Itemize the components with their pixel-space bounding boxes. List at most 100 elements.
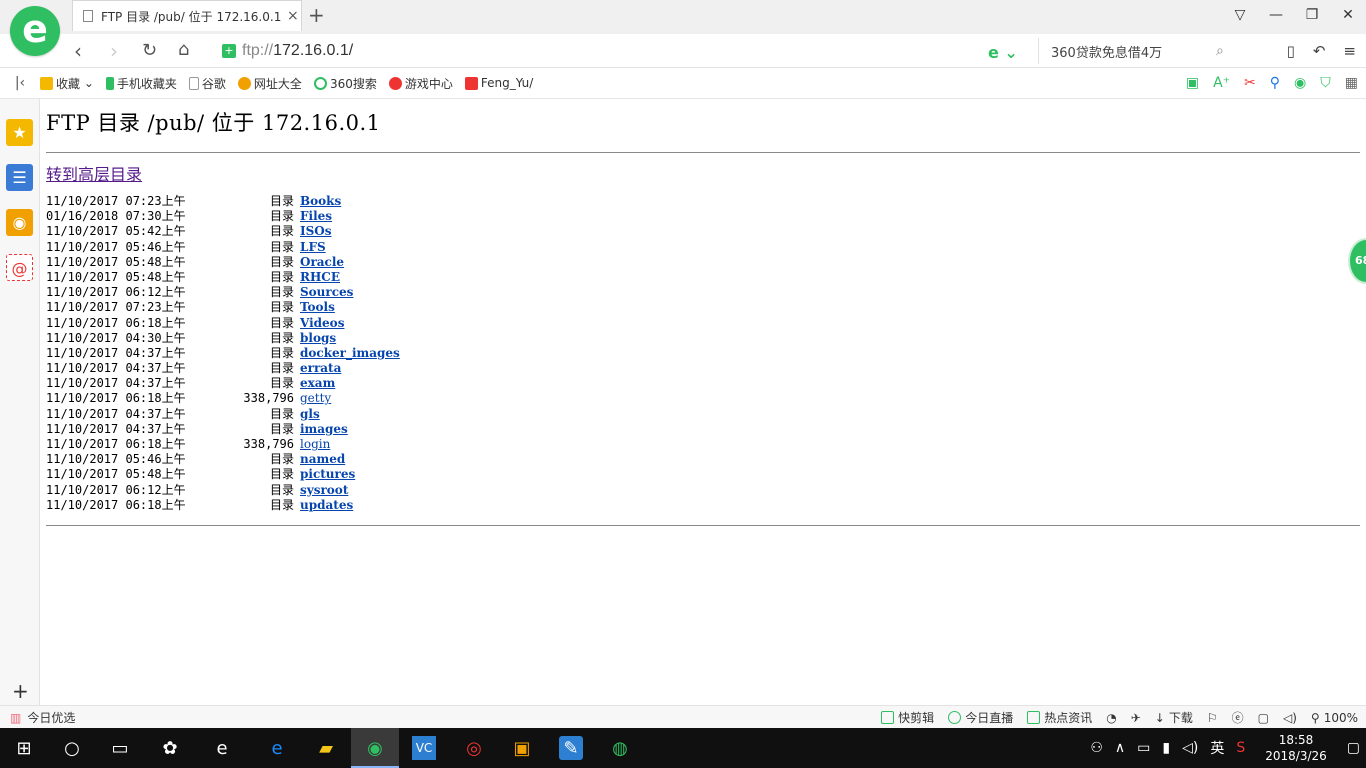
search-icon[interactable]: ⌕ — [1216, 43, 1224, 59]
directory-link[interactable]: updates — [300, 498, 353, 513]
window-icon[interactable]: ▢ — [1258, 711, 1269, 725]
entry-date: 11/10/2017 05:48上午 — [46, 467, 186, 482]
download-button[interactable]: ↓ 下载 — [1155, 709, 1193, 726]
directory-link[interactable]: Sources — [300, 285, 353, 300]
ie-engine-icon[interactable]: e ⌄ — [988, 43, 1018, 62]
news-icon[interactable]: ☰ — [6, 164, 33, 191]
search-input[interactable]: 360贷款免息借4万 — [1051, 42, 1216, 61]
bookmark-mobile[interactable]: 手机收藏夹 — [105, 75, 177, 92]
volume-icon[interactable]: ◁) — [1182, 740, 1198, 756]
translate-icon[interactable]: A⁺ — [1213, 75, 1230, 91]
today-picks[interactable]: ▥ 今日优选 — [10, 709, 75, 726]
vc-icon[interactable]: VC — [412, 736, 436, 760]
new-tab-button[interactable]: + — [308, 3, 325, 27]
weibo-icon[interactable]: ◉ — [6, 209, 33, 236]
directory-link[interactable]: Files — [300, 209, 332, 224]
ime-indicator[interactable]: 英 — [1210, 738, 1224, 758]
network-icon[interactable]: ▭ — [1137, 740, 1150, 756]
file-link[interactable]: login — [300, 437, 330, 452]
gamepad-icon[interactable]: ◉ — [1294, 75, 1306, 91]
edge-icon[interactable]: e — [265, 736, 289, 760]
windows-start-icon[interactable]: ⊞ — [12, 736, 36, 760]
directory-link[interactable]: errata — [300, 361, 341, 376]
directory-link[interactable]: Oracle — [300, 255, 344, 270]
notification-icon[interactable]: ▢ — [1347, 740, 1360, 756]
mute-icon[interactable]: ◁) — [1283, 711, 1297, 725]
undo-icon[interactable]: ↶ — [1313, 42, 1326, 60]
vmware-icon[interactable]: ▣ — [510, 736, 534, 760]
zoom-control[interactable]: ⚲ 100% — [1311, 711, 1358, 725]
bookmark-fengyu[interactable]: Feng_Yu/ — [464, 76, 533, 90]
file-link[interactable]: getty — [300, 391, 331, 406]
sidebar-add-icon[interactable]: + — [12, 679, 29, 703]
360-browser-icon[interactable]: ◉ — [363, 736, 387, 760]
pin-icon[interactable]: ✈ — [1131, 711, 1141, 725]
close-button[interactable]: ✕ — [1330, 7, 1366, 23]
skin-icon[interactable]: ▽ — [1222, 7, 1258, 23]
address-text[interactable]: ftp://172.16.0.1/ — [242, 42, 353, 60]
mail-icon[interactable]: @ — [6, 254, 33, 281]
collapse-sidebar-icon[interactable]: |‹ — [0, 75, 40, 91]
directory-link[interactable]: blogs — [300, 331, 336, 346]
security-icon[interactable]: ⛉ — [1320, 75, 1331, 91]
quick-clip-button[interactable]: 快剪辑 — [881, 709, 934, 726]
search-box[interactable]: 360贷款免息借4万 ⌕ — [1038, 38, 1238, 64]
bookmark-game[interactable]: 游戏中心 — [388, 75, 453, 92]
directory-link[interactable]: named — [300, 452, 345, 467]
reload-icon[interactable]: ↻ — [142, 40, 157, 61]
directory-link[interactable]: Tools — [300, 300, 335, 315]
bookmark-google[interactable]: 谷歌 — [188, 75, 226, 92]
parent-directory-link[interactable]: 转到高层目录 — [46, 161, 142, 185]
battery-icon[interactable]: ▮ — [1162, 740, 1170, 756]
task-view-icon[interactable]: ▭ — [108, 736, 132, 760]
book-icon[interactable]: ▣ — [1186, 75, 1199, 91]
directory-link[interactable]: Books — [300, 194, 341, 209]
tab-ftp[interactable]: FTP 目录 /pub/ 位于 172.16.0.1 × — [72, 0, 302, 31]
back-icon[interactable]: ‹ — [74, 39, 82, 63]
ie-icon[interactable]: ⓔ — [1232, 709, 1244, 726]
notes-icon[interactable]: ✎ — [559, 736, 583, 760]
hot-news-button[interactable]: 热点资讯 — [1027, 709, 1092, 726]
entry-type: 目录 — [269, 497, 294, 512]
browser-logo[interactable]: e — [10, 6, 60, 56]
home-icon[interactable]: ⌂ — [178, 39, 189, 60]
tray-expand-icon[interactable]: ∧ — [1115, 740, 1125, 756]
minimize-button[interactable]: — — [1258, 7, 1294, 23]
apps-icon[interactable]: ▦ — [1345, 75, 1358, 91]
directory-link[interactable]: LFS — [300, 240, 326, 255]
menu-icon[interactable]: ≡ — [1343, 42, 1356, 60]
live-button[interactable]: 今日直播 — [948, 709, 1013, 726]
directory-link[interactable]: Videos — [300, 316, 344, 331]
favorites-icon[interactable]: ★ — [6, 119, 33, 146]
mobile-icon[interactable]: ▯ — [1287, 42, 1295, 60]
directory-link[interactable]: ISOs — [300, 224, 332, 239]
app-fan-icon[interactable]: ✿ — [158, 736, 182, 760]
file-explorer-icon[interactable]: ▰ — [314, 736, 338, 760]
magnifier-icon[interactable]: ⚲ — [1270, 75, 1280, 91]
bookmark-360search[interactable]: 360搜索 — [313, 75, 377, 92]
scissors-icon[interactable]: ✂ — [1244, 75, 1256, 91]
directory-link[interactable]: RHCE — [300, 270, 340, 285]
cortana-icon[interactable]: ○ — [60, 736, 84, 760]
address-bar[interactable]: + ftp://172.16.0.1/ — [222, 37, 1032, 65]
restore-button[interactable]: ❐ — [1294, 7, 1330, 23]
directory-link[interactable]: exam — [300, 376, 335, 391]
clock[interactable]: 18:58 2018/3/26 — [1265, 732, 1327, 764]
directory-link[interactable]: gls — [300, 407, 320, 422]
speed-icon[interactable]: ◔ — [1106, 711, 1116, 725]
entry-date: 11/10/2017 07:23上午 — [46, 300, 186, 315]
sogou-icon[interactable]: S — [1236, 740, 1245, 756]
directory-link[interactable]: images — [300, 422, 348, 437]
directory-link[interactable]: docker_images — [300, 346, 400, 361]
tab-close-icon[interactable]: × — [287, 8, 299, 24]
directory-link[interactable]: sysroot — [300, 483, 348, 498]
forward-icon[interactable]: › — [110, 39, 118, 63]
bookmark-favorites[interactable]: 收藏 ⌄ — [40, 75, 94, 92]
directory-link[interactable]: pictures — [300, 467, 355, 482]
wechat-icon[interactable]: ◍ — [608, 736, 632, 760]
people-icon[interactable]: ⚇ — [1090, 740, 1103, 756]
bookmark-hao360[interactable]: 网址大全 — [237, 75, 302, 92]
snail-icon[interactable]: ◎ — [462, 736, 486, 760]
ie-taskbar-icon[interactable]: e — [210, 736, 234, 760]
flag-icon[interactable]: ⚐ — [1207, 711, 1218, 725]
